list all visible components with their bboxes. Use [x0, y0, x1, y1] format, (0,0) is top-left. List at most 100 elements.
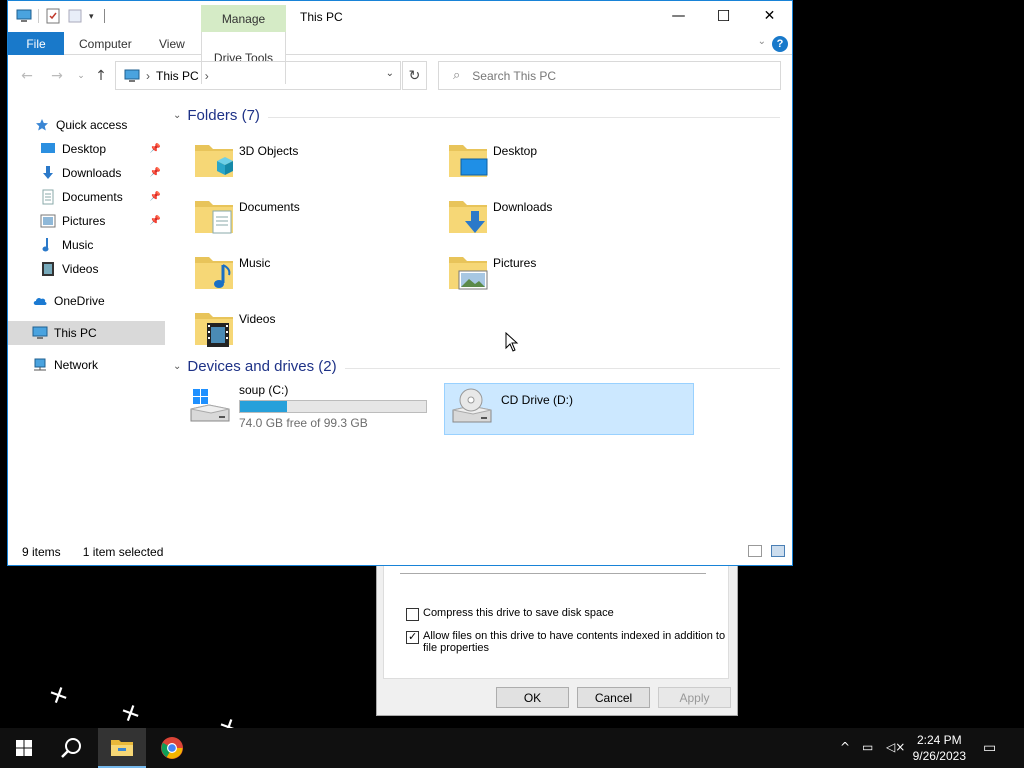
up-arrow-icon[interactable]: ↑ [90, 66, 112, 86]
taskbar-chrome[interactable] [148, 728, 196, 768]
large-icons-view-icon[interactable] [771, 545, 785, 557]
expand-ribbon-icon[interactable]: ⌄ [758, 36, 766, 47]
manage-tab[interactable]: Manage [201, 5, 286, 32]
folder-icon [111, 740, 133, 756]
drive-d[interactable]: CD Drive (D:) [444, 383, 694, 435]
compress-checkbox[interactable] [406, 608, 419, 621]
start-button[interactable] [0, 728, 48, 768]
cancel-button[interactable]: Cancel [577, 687, 650, 708]
details-view-icon[interactable] [748, 545, 762, 557]
collapse-chevron-icon[interactable]: ⌄ [173, 110, 181, 121]
desktop-decoration: ✕ [117, 699, 145, 730]
folder-downloads[interactable]: Downloads [447, 193, 697, 245]
address-bar[interactable]: › This PC › ⌄ [115, 61, 401, 90]
properties-icon[interactable] [45, 8, 61, 24]
breadcrumb-separator: › [146, 68, 150, 83]
folder-3d-objects[interactable]: 3D Objects [193, 137, 443, 189]
pin-icon[interactable]: 📌 [150, 192, 161, 202]
sidebar-item-pictures[interactable]: Pictures 📌 [8, 209, 165, 233]
drive-name: soup (C:) [239, 383, 289, 397]
sidebar-item-this-pc[interactable]: This PC [8, 321, 165, 345]
sidebar-item-label: Network [54, 358, 99, 372]
compress-label: Compress this drive to save disk space [423, 607, 614, 619]
help-icon[interactable]: ? [772, 36, 788, 52]
drive-c[interactable]: soup (C:) 74.0 GB free of 99.3 GB [187, 383, 437, 435]
maximize-button[interactable]: ☐ [701, 1, 746, 31]
back-arrow-icon[interactable]: ← [16, 66, 38, 86]
system-clock[interactable]: 2:24 PM 9/26/2023 [913, 732, 966, 764]
breadcrumb-separator: › [204, 68, 209, 83]
folder-3d-objects-icon [193, 137, 237, 181]
notification-center-icon[interactable]: ▭ [983, 740, 996, 756]
sidebar-item-desktop[interactable]: Desktop 📌 [8, 137, 165, 161]
sidebar-item-label: Quick access [56, 118, 128, 132]
show-hidden-icons-icon[interactable]: ^ [840, 740, 850, 754]
index-label: Allow files on this drive to have conten… [423, 630, 726, 654]
folder-label: Music [239, 256, 271, 270]
folder-pictures[interactable]: Pictures [447, 249, 697, 301]
collapse-chevron-icon[interactable]: ⌄ [173, 361, 181, 372]
document-icon [40, 189, 56, 205]
drive-properties-dialog: Compress this drive to save disk space A… [376, 556, 738, 716]
sidebar-item-onedrive[interactable]: OneDrive [8, 289, 165, 313]
index-checkbox[interactable] [406, 630, 419, 644]
folder-label: 3D Objects [239, 144, 299, 158]
sidebar-item-network[interactable]: Network [8, 353, 165, 377]
sidebar-item-music[interactable]: Music [8, 233, 165, 257]
folder-music-icon [193, 249, 237, 293]
sidebar-item-quick-access[interactable]: Quick access [8, 113, 165, 137]
tab-view[interactable]: View [159, 32, 185, 55]
folder-pictures-icon [447, 249, 491, 293]
minimize-button[interactable]: — [656, 1, 701, 31]
recent-locations-icon[interactable]: ⌄ [70, 66, 92, 86]
folder-videos[interactable]: Videos [193, 305, 443, 357]
apply-button[interactable]: Apply [658, 687, 731, 708]
mouse-cursor-icon [505, 332, 519, 352]
folder-desktop[interactable]: Desktop [447, 137, 697, 189]
compress-option[interactable]: Compress this drive to save disk space [406, 607, 614, 621]
folder-music[interactable]: Music [193, 249, 443, 301]
pin-icon[interactable]: 📌 [150, 216, 161, 226]
folder-documents-icon [193, 193, 237, 237]
ok-button[interactable]: OK [496, 687, 569, 708]
tab-file[interactable]: File [8, 32, 64, 55]
search-box[interactable]: ⌕ Search This PC [438, 61, 781, 90]
folders-group-header[interactable]: ⌄ Folders (7) [173, 107, 260, 124]
computer-icon [32, 325, 48, 341]
sidebar-item-label: Videos [62, 262, 99, 276]
pin-icon[interactable]: 📌 [150, 168, 161, 178]
sidebar-item-videos[interactable]: Videos [8, 257, 165, 281]
chrome-icon [161, 737, 183, 759]
folder-label: Documents [239, 200, 300, 214]
network-status-icon[interactable]: ▭ [862, 740, 873, 754]
search-button[interactable] [48, 728, 96, 768]
pin-icon[interactable]: 📌 [150, 144, 161, 154]
sidebar-item-downloads[interactable]: Downloads 📌 [8, 161, 165, 185]
refresh-icon[interactable]: ↻ [402, 61, 427, 90]
forward-arrow-icon[interactable]: → [46, 66, 68, 86]
customize-toolbar-icon[interactable]: ▾ [89, 11, 94, 22]
close-button[interactable]: ✕ [747, 1, 792, 31]
index-option[interactable]: Allow files on this drive to have conten… [406, 630, 726, 654]
tab-computer[interactable]: Computer [79, 32, 132, 55]
breadcrumb-this-pc[interactable]: This PC [156, 69, 199, 83]
desktop-decoration: ✕ [45, 681, 73, 712]
status-bar: 9 items 1 item selected [8, 539, 792, 565]
search-input[interactable]: Search This PC [472, 69, 556, 83]
search-icon: ⌕ [453, 68, 461, 83]
computer-icon[interactable] [16, 8, 32, 24]
drives-group-header[interactable]: ⌄ Devices and drives (2) [173, 358, 337, 375]
computer-icon [124, 69, 140, 82]
address-dropdown-icon[interactable]: ⌄ [386, 68, 394, 79]
sidebar-item-label: Downloads [62, 166, 122, 180]
sidebar-item-documents[interactable]: Documents 📌 [8, 185, 165, 209]
properties-panel: Compress this drive to save disk space A… [383, 557, 729, 679]
drive-name: CD Drive (D:) [501, 393, 573, 407]
divider [345, 368, 780, 369]
window-title: This PC [300, 10, 343, 24]
folder-documents[interactable]: Documents [193, 193, 443, 245]
sidebar-item-label: This PC [54, 326, 97, 340]
volume-muted-icon[interactable]: ◁× [886, 740, 905, 754]
new-folder-icon[interactable] [67, 8, 83, 24]
taskbar-file-explorer[interactable] [98, 728, 146, 768]
